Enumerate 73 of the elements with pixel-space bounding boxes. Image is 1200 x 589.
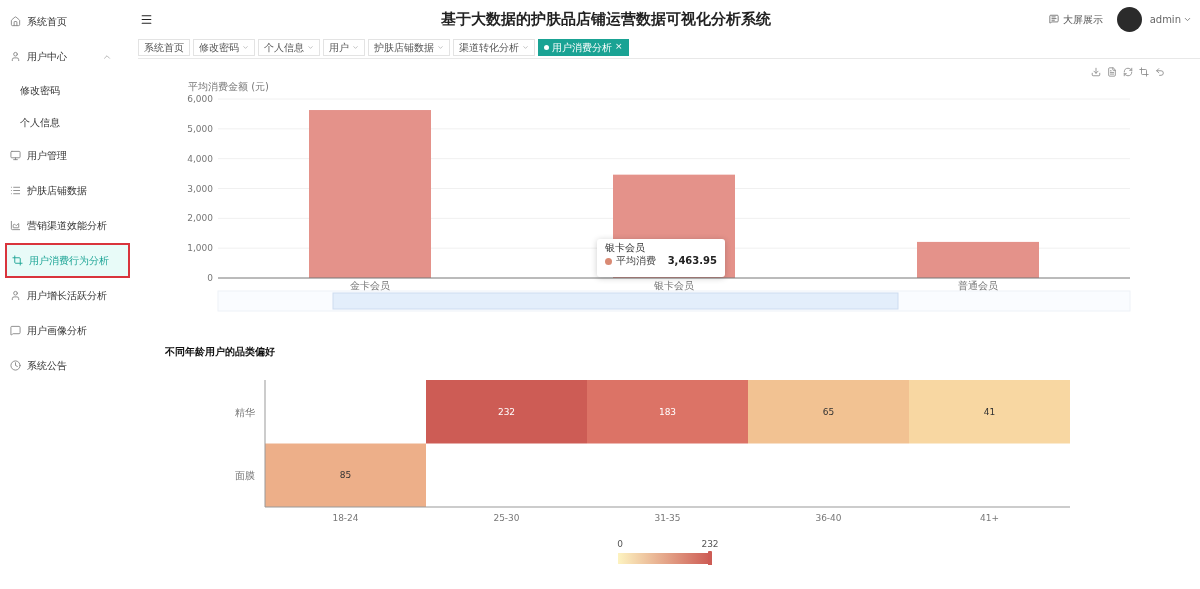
tab[interactable]: 护肤店铺数据: [368, 38, 450, 56]
tab[interactable]: 用户: [323, 38, 365, 56]
scale-min: 0: [617, 539, 623, 549]
user-icon: [10, 51, 21, 62]
user-name[interactable]: admin: [1149, 11, 1181, 27]
sidebar-item[interactable]: 用户中心: [5, 39, 130, 74]
heatmap-cell[interactable]: [265, 443, 426, 507]
zoom-icon[interactable]: [1139, 67, 1149, 77]
sidebar-subitem[interactable]: 修改密码: [5, 74, 130, 106]
tick-label: 2,000: [187, 213, 213, 224]
tick-label: 4,000: [187, 153, 213, 164]
tick-label: 0: [207, 273, 213, 283]
sidebar-item[interactable]: 用户管理: [5, 138, 130, 173]
sidebar-item[interactable]: 用户画像分析: [5, 313, 130, 348]
refresh-icon[interactable]: [1123, 67, 1133, 77]
message-icon: [1048, 14, 1059, 24]
home-icon: [10, 16, 21, 27]
tick-label: 1,000: [187, 243, 213, 254]
row-label: 面膜: [235, 470, 255, 482]
cell-value: 65: [822, 406, 835, 417]
screen-link[interactable]: 大屏展示: [1062, 11, 1103, 27]
download-icon[interactable]: [1091, 67, 1101, 77]
monitor-icon: [10, 150, 21, 161]
category-label: 银卡会员: [654, 280, 694, 291]
tooltip-value: 3,463.95: [667, 256, 717, 266]
category-label: 金卡会员: [350, 280, 390, 291]
crop-icon: [12, 255, 23, 266]
avatar[interactable]: [1116, 6, 1142, 32]
sidebar-subitem[interactable]: 个人信息: [5, 106, 130, 138]
sidebar-item[interactable]: 系统首页: [5, 4, 130, 39]
color-scale[interactable]: [618, 551, 712, 565]
cell-value: 85: [339, 470, 352, 481]
heatmap-cell[interactable]: [587, 380, 748, 444]
tab[interactable]: 修改密码: [193, 38, 255, 56]
column-label: 18-24: [332, 513, 359, 523]
column-label: 25-30: [493, 513, 520, 523]
sidebar-item[interactable]: 营销渠道效能分析: [5, 208, 130, 243]
row-label: 精华: [235, 406, 255, 418]
list-icon: [10, 185, 21, 196]
category-label: 普通会员: [958, 280, 998, 291]
user-icon: [10, 290, 21, 301]
menu-icon[interactable]: [140, 12, 153, 26]
tooltip-title: 银卡会员: [605, 243, 646, 253]
page-title: 基于大数据的护肤品店铺运营数据可视化分析系统: [440, 8, 771, 30]
tick-label: 3,000: [187, 183, 213, 194]
sidebar-item[interactable]: 用户增长活跃分析: [5, 278, 130, 313]
tick-label: 6,000: [187, 94, 213, 104]
column-label: 41+: [980, 513, 999, 523]
document-icon[interactable]: [1107, 67, 1117, 77]
chart-icon: [10, 220, 21, 231]
series-name: 平均消费: [616, 256, 657, 266]
tab[interactable]: 系统首页: [138, 38, 190, 56]
scale-max: 232: [701, 539, 719, 549]
zoom-slider[interactable]: [217, 290, 1131, 312]
cell-value: 232: [497, 406, 516, 417]
cell-value: 183: [658, 406, 677, 417]
y-axis-title: 平均消费金额 (元): [188, 81, 269, 92]
message-icon: [10, 325, 21, 336]
tab[interactable]: 渠道转化分析: [453, 38, 535, 56]
bar[interactable]: [917, 241, 1039, 278]
heatmap-cell[interactable]: [909, 380, 1070, 444]
clock-icon: [10, 360, 21, 371]
cell-value: 41: [983, 406, 996, 417]
column-label: 36-40: [815, 513, 842, 523]
chart-title: 不同年龄用户的品类偏好: [165, 345, 276, 359]
sidebar-item[interactable]: 护肤店铺数据: [5, 173, 130, 208]
zoom-reset-icon[interactable]: [1155, 67, 1165, 77]
heatmap-cell[interactable]: [426, 380, 587, 444]
sidebar-item[interactable]: 系统公告: [5, 348, 130, 383]
column-label: 31-35: [654, 513, 681, 523]
heatmap-cell[interactable]: [748, 380, 909, 444]
tick-label: 5,000: [187, 123, 213, 134]
tab[interactable]: 个人信息: [258, 38, 320, 56]
